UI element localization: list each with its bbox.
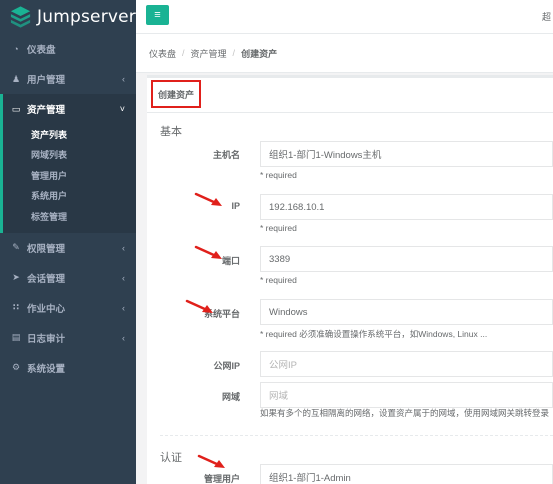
chevron-left-icon: ‹ xyxy=(122,332,125,343)
create-asset-panel: 创建资产 基本 主机名 组织1-部门1-Windows主机 * required… xyxy=(147,75,553,484)
platform-help: * required 必须准确设置操作系统平台，如Windows, Linux … xyxy=(260,329,488,339)
chevron-left-icon: ‹ xyxy=(122,272,125,283)
hamburger-icon: ≡ xyxy=(154,9,161,21)
ip-label: IP xyxy=(231,201,240,211)
sidebar-item-label: 资产管理 xyxy=(27,105,66,116)
ip-help: * required xyxy=(260,223,297,233)
hostname-field[interactable]: 组织1-部门1-Windows主机 xyxy=(260,141,553,167)
public-ip-label: 公网IP xyxy=(213,361,240,371)
section-title-auth: 认证 xyxy=(160,452,182,464)
domain-label: 网域 xyxy=(221,392,240,402)
divider xyxy=(160,435,553,436)
sidebar-item-users[interactable]: ♟ 用户管理 ‹ xyxy=(0,64,136,94)
sidebar-item-label: 会话管理 xyxy=(27,273,66,285)
sidebar-item-sessions[interactable]: ➤ 会话管理 ‹ xyxy=(0,263,136,293)
settings-icon: ⚙ xyxy=(11,362,21,372)
sidebar-item-permissions[interactable]: ✎ 权限管理 ‹ xyxy=(0,233,136,263)
sitemap-icon: ∷ xyxy=(12,302,20,312)
sidebar-item-audit[interactable]: ▤ 日志审计 ‹ xyxy=(0,323,136,353)
log-icon: ▤ xyxy=(11,332,21,342)
chevron-down-icon: ˅ xyxy=(119,104,125,114)
sidebar-item-label: 仪表盘 xyxy=(27,45,56,56)
breadcrumb-item-assets[interactable]: 资产管理 xyxy=(191,47,227,60)
section-title-basic: 基本 xyxy=(160,126,182,138)
submenu-item-admin-user[interactable]: 管理用户 xyxy=(3,165,136,186)
asset-submenu: 资产列表 网域列表 管理用户 系统用户 标签管理 xyxy=(3,124,136,233)
port-help: * required xyxy=(260,275,297,285)
chevron-left-icon: ‹ xyxy=(122,74,125,84)
breadcrumb: 仪表盘 / 资产管理 / 创建资产 xyxy=(136,34,553,73)
sidebar-item-label: 作业中心 xyxy=(27,303,66,315)
sidebar-item-label: 系统设置 xyxy=(27,363,66,375)
red-arrow-annotation xyxy=(185,299,213,313)
sidebar: Jumpserver ◔ 仪表盘 ♟ 用户管理 ‹ ▭ 资产管理 ˅ 资产列表 … xyxy=(0,0,136,484)
admin-user-label: 管理用户 xyxy=(203,474,240,484)
sidebar-item-settings[interactable]: ⚙ 系统设置 xyxy=(0,353,136,383)
public-ip-field[interactable]: 公网IP xyxy=(260,351,553,377)
domain-help: 如果有多个的互相隔离的网络，设置资产属于的网域，使用网域网关跳转登录 xyxy=(260,408,550,418)
breadcrumb-separator: / xyxy=(182,48,185,58)
submenu-item-system-user[interactable]: 系统用户 xyxy=(3,186,136,207)
sidebar-item-jobs[interactable]: ∷ 作业中心 ‹ xyxy=(0,293,136,323)
ip-field[interactable]: 192.168.10.1 xyxy=(260,194,553,220)
breadcrumb-item-current: 创建资产 xyxy=(241,48,278,59)
red-arrow-annotation xyxy=(194,245,222,259)
submenu-item-label-management[interactable]: 标签管理 xyxy=(3,206,136,227)
port-label: 端口 xyxy=(221,256,240,266)
red-arrow-annotation xyxy=(197,454,225,468)
breadcrumb-item-dashboard[interactable]: 仪表盘 xyxy=(149,47,176,60)
sidebar-item-label: 权限管理 xyxy=(27,243,66,255)
sidebar-group-assets: ▭ 资产管理 ˅ 资产列表 网域列表 管理用户 系统用户 标签管理 xyxy=(0,94,136,233)
platform-select[interactable]: Windows xyxy=(260,299,553,325)
divider xyxy=(147,112,553,113)
sidebar-item-dashboard[interactable]: ◔ 仪表盘 xyxy=(0,34,136,64)
breadcrumb-separator: / xyxy=(232,48,236,58)
chevron-left-icon: ‹ xyxy=(122,302,125,313)
port-field[interactable]: 3389 xyxy=(260,246,553,272)
asset-icon: ▭ xyxy=(11,103,21,114)
sidebar-item-assets[interactable]: ▭ 资产管理 ˅ xyxy=(3,94,136,124)
sidebar-nav: ◔ 仪表盘 ♟ 用户管理 ‹ ▭ 资产管理 ˅ 资产列表 网域列表 管理用户 系… xyxy=(0,34,136,383)
admin-user-select[interactable]: 组织1-部门1-Admin xyxy=(260,464,553,484)
dashboard-icon: ◔ xyxy=(13,44,19,54)
panel-title: 创建资产 xyxy=(151,80,201,108)
user-menu[interactable]: 超 xyxy=(542,10,551,23)
hostname-label: 主机名 xyxy=(212,150,240,160)
logo[interactable]: Jumpserver xyxy=(0,0,136,34)
topbar: ≡ 超 xyxy=(136,0,553,34)
rocket-icon: ➤ xyxy=(12,272,20,282)
domain-select[interactable]: 网域 xyxy=(260,382,553,408)
hostname-help: * required xyxy=(260,170,297,180)
chevron-left-icon: ‹ xyxy=(122,242,125,253)
sidebar-item-label: 日志审计 xyxy=(27,333,66,345)
sidebar-item-label: 用户管理 xyxy=(27,75,66,86)
menu-toggle-button[interactable]: ≡ xyxy=(146,5,169,25)
jumpserver-logo-icon xyxy=(10,6,31,28)
red-arrow-annotation xyxy=(194,192,222,206)
edit-icon: ✎ xyxy=(12,242,20,252)
submenu-item-domain-list[interactable]: 网域列表 xyxy=(3,145,136,166)
logo-text: Jumpserver xyxy=(37,7,136,27)
submenu-item-asset-list[interactable]: 资产列表 xyxy=(3,124,136,145)
users-icon: ♟ xyxy=(11,73,21,84)
